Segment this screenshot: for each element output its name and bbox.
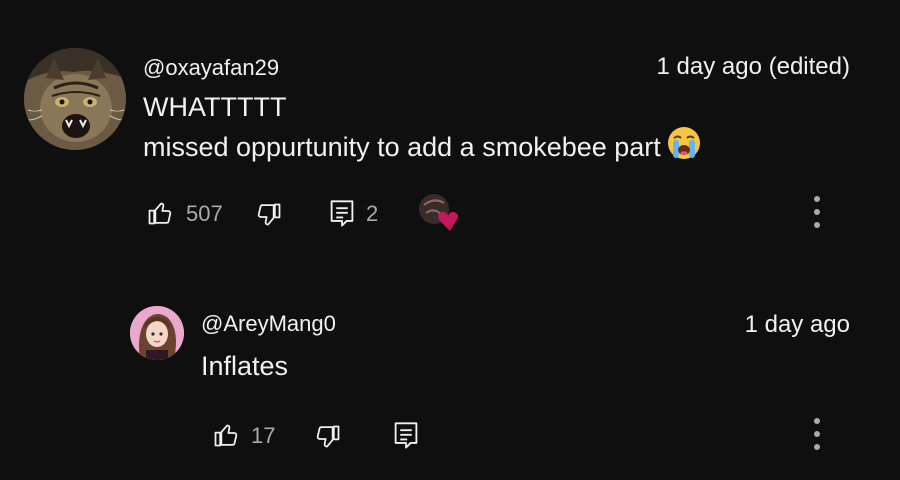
reply-username[interactable]: @AreyMang0 [201,311,336,337]
creator-heart-badge [418,193,462,233]
thumbs-up-icon [214,424,238,447]
reply-timestamp[interactable]: 1 day ago [745,311,850,339]
comment-more-options-button[interactable] [805,196,829,236]
creator-heart-icon [419,194,458,231]
more-dot [814,418,820,424]
reply-text: Inflates [201,351,289,381]
reply-more-options-button[interactable] [805,418,829,458]
anime-avatar-image [130,306,184,360]
more-dot [814,196,820,202]
reply-icon [330,200,354,227]
reply-count[interactable]: 2 [366,201,378,227]
reply-icon [394,422,418,449]
reply-button[interactable] [328,199,356,229]
like-count: 507 [186,201,223,226]
thumbs-down-icon [257,203,281,226]
dislike-button[interactable] [255,201,283,229]
like-button[interactable] [146,199,174,227]
more-dot [814,222,820,228]
reply-reply-button[interactable] [392,421,420,451]
loudly-crying-face-icon [667,126,701,170]
comment-timestamp[interactable]: 1 day ago (edited) [657,53,850,81]
more-dot [814,209,820,215]
avatar-oxayafan29[interactable] [24,48,126,150]
comment-text-line-2: missed oppurtunity to add a smokebee par… [143,132,661,162]
reply-like-button[interactable] [212,421,240,449]
comment-text-line-1: WHATTTTT [143,92,287,122]
comment-username[interactable]: @oxayafan29 [143,55,279,81]
reply-dislike-button[interactable] [314,423,342,451]
thumbs-down-icon [316,425,340,448]
cat-avatar-image [24,48,126,150]
reply-like-count: 17 [251,423,276,448]
more-dot [814,444,820,450]
more-dot [814,431,820,437]
comment-text-line-2-row: missed oppurtunity to add a smokebee par… [143,126,701,170]
avatar-areymang0[interactable] [130,306,184,360]
thumbs-up-icon [148,202,172,225]
